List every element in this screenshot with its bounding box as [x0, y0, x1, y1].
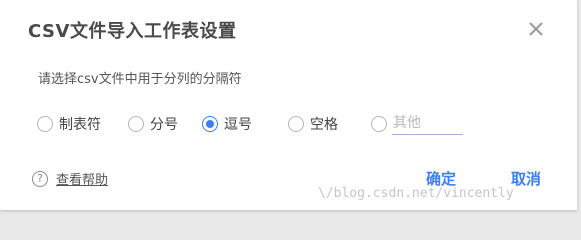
close-icon — [527, 20, 545, 38]
option-other[interactable] — [371, 112, 463, 135]
option-semicolon[interactable]: 分号 — [128, 114, 178, 134]
watermark: \/blog.csdn.net/vincently — [318, 186, 514, 201]
option-space[interactable]: 空格 — [288, 114, 338, 134]
dialog-title: CSV文件导入工作表设置 — [28, 21, 237, 42]
option-tab-label: 制表符 — [59, 116, 101, 133]
other-delimiter-input[interactable] — [392, 112, 463, 135]
radio-tab[interactable] — [37, 115, 53, 132]
option-tab[interactable]: 制表符 — [37, 114, 101, 134]
option-comma[interactable]: 逗号 — [202, 114, 252, 134]
option-space-label: 空格 — [310, 116, 338, 133]
question-icon: ? — [32, 170, 48, 187]
help-link[interactable]: ? 查看帮助 — [32, 169, 108, 188]
csv-import-dialog: CSV文件导入工作表设置 请选择csv文件中用于分列的分隔符 制表符 分号 逗号… — [0, 0, 577, 210]
help-label: 查看帮助 — [56, 173, 109, 188]
delimiter-description: 请选择csv文件中用于分列的分隔符 — [38, 72, 242, 87]
close-button[interactable] — [527, 20, 545, 38]
option-comma-label: 逗号 — [224, 116, 252, 133]
delimiter-options: 制表符 分号 逗号 空格 — [37, 112, 485, 135]
radio-space[interactable] — [288, 115, 304, 132]
radio-semicolon[interactable] — [128, 115, 144, 132]
radio-comma[interactable] — [202, 115, 218, 132]
radio-other[interactable] — [371, 115, 387, 132]
option-semicolon-label: 分号 — [150, 116, 178, 133]
cancel-button[interactable]: 取消 — [511, 168, 541, 189]
